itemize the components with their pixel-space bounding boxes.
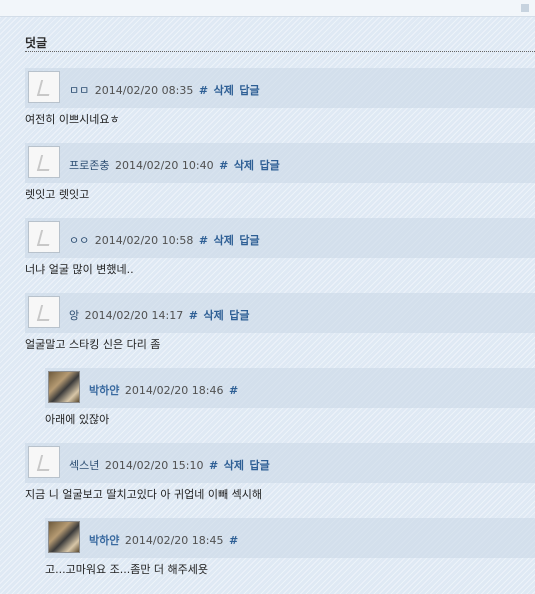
comment-header: 앙 2014/02/20 14:17 # 삭제 답글 (25, 293, 535, 333)
reply-link[interactable]: 답글 (239, 234, 259, 247)
default-avatar-icon[interactable] (28, 446, 60, 478)
reply-link[interactable]: 답글 (229, 309, 249, 322)
reply-link[interactable]: 답글 (260, 159, 280, 172)
comment-text: 너냐 얼굴 많이 변했네.. (25, 263, 134, 276)
default-avatar-icon[interactable] (28, 296, 60, 328)
comment-header: ㅁㅁ 2014/02/20 08:35 # 삭제 답글 (25, 68, 535, 108)
comment-author[interactable]: ㅇㅇ (69, 234, 89, 247)
reply-link[interactable]: 답글 (249, 459, 269, 472)
comment-date: 2014/02/20 08:35 (94, 84, 194, 97)
default-avatar-icon[interactable] (28, 221, 60, 253)
comment-date: 2014/02/20 10:58 (94, 234, 194, 247)
comment-author[interactable]: 앙 (69, 309, 79, 322)
comment-author[interactable]: 섹스년 (69, 459, 99, 472)
reply-header: 박하얀 2014/02/20 18:45 # (45, 518, 535, 558)
comment-page: 덧글 ㅁㅁ 2014/02/20 08:35 # 삭제 답글 여전히 이쁘시네요… (0, 0, 535, 594)
delete-link[interactable]: 삭제 (203, 309, 223, 322)
comment-meta: ㅇㅇ 2014/02/20 10:58 # 삭제 답글 (69, 232, 260, 248)
permalink-link[interactable]: # (199, 84, 208, 97)
comment-date: 2014/02/20 15:10 (104, 459, 204, 472)
reply-link[interactable]: 답글 (239, 84, 259, 97)
delete-link[interactable]: 삭제 (214, 84, 234, 97)
default-avatar-icon[interactable] (28, 71, 60, 103)
comment-date: 2014/02/20 18:46 (124, 384, 224, 397)
comment-meta: 프로존충 2014/02/20 10:40 # 삭제 답글 (69, 157, 280, 173)
comment-author[interactable]: ㅁㅁ (69, 84, 89, 97)
user-photo-avatar[interactable] (48, 521, 80, 553)
comment-author[interactable]: 박하얀 (89, 534, 119, 547)
comment-text: 여전히 이쁘시네요ㅎ (25, 113, 120, 126)
comment-author[interactable]: 프로존충 (69, 159, 109, 172)
section-divider (25, 51, 535, 52)
reply-text: 아래에 있잖아 (45, 413, 110, 426)
comment-date: 2014/02/20 14:17 (84, 309, 184, 322)
permalink-link[interactable]: # (219, 159, 228, 172)
permalink-link[interactable]: # (189, 309, 198, 322)
comment-text: 지금 니 얼굴보고 딸치고있다 아 귀업네 이빼 섹시해 (25, 488, 262, 501)
delete-link[interactable]: 삭제 (214, 234, 234, 247)
comment-text: 렛잇고 렛잇고 (25, 188, 90, 201)
delete-link[interactable]: 삭제 (224, 459, 244, 472)
comment-header: ㅇㅇ 2014/02/20 10:58 # 삭제 답글 (25, 218, 535, 258)
comment-meta: 박하얀 2014/02/20 18:45 # (89, 532, 238, 548)
reply-text: 고...고마워요 조...좀만 더 해주세욧 (45, 563, 209, 576)
comment-text: 얼굴말고 스타킹 신은 다리 좀 (25, 338, 161, 351)
user-photo-avatar[interactable] (48, 371, 80, 403)
default-avatar-icon[interactable] (28, 146, 60, 178)
comment-meta: 앙 2014/02/20 14:17 # 삭제 답글 (69, 307, 249, 323)
comment-meta: ㅁㅁ 2014/02/20 08:35 # 삭제 답글 (69, 82, 260, 98)
permalink-link[interactable]: # (199, 234, 208, 247)
reply-header: 박하얀 2014/02/20 18:46 # (45, 368, 535, 408)
corner-handle (521, 4, 529, 12)
permalink-link[interactable]: # (229, 384, 238, 397)
comments-section-title: 덧글 (25, 36, 48, 50)
comment-date: 2014/02/20 18:45 (124, 534, 224, 547)
comment-meta: 섹스년 2014/02/20 15:10 # 삭제 답글 (69, 457, 270, 473)
comment-header: 프로존충 2014/02/20 10:40 # 삭제 답글 (25, 143, 535, 183)
comment-header: 섹스년 2014/02/20 15:10 # 삭제 답글 (25, 443, 535, 483)
comment-author[interactable]: 박하얀 (89, 384, 119, 397)
permalink-link[interactable]: # (209, 459, 218, 472)
comment-date: 2014/02/20 10:40 (114, 159, 214, 172)
permalink-link[interactable]: # (229, 534, 238, 547)
top-strip (0, 0, 535, 17)
delete-link[interactable]: 삭제 (234, 159, 254, 172)
comment-meta: 박하얀 2014/02/20 18:46 # (89, 382, 238, 398)
